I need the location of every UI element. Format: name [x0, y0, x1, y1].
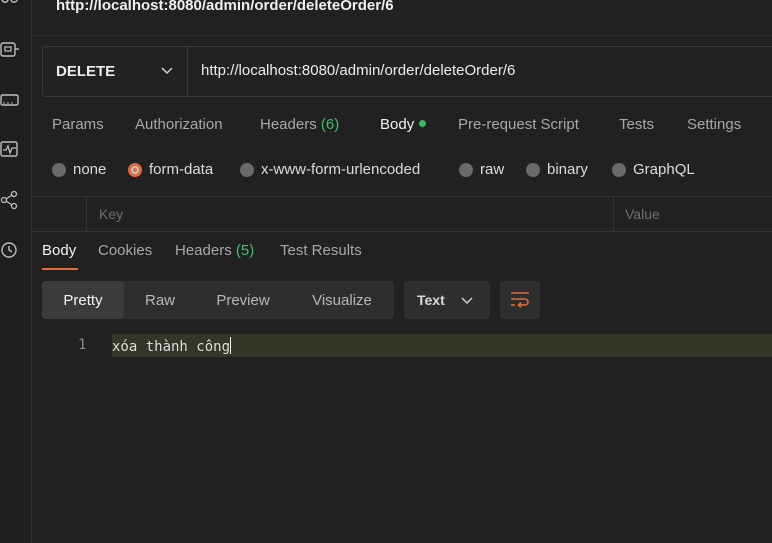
- visualize-button[interactable]: Visualize: [290, 281, 394, 319]
- url-bar: DELETE http://localhost:8080/admin/order…: [42, 46, 772, 97]
- flows-icon[interactable]: [0, 190, 20, 210]
- radio-circle-checked: [128, 162, 142, 177]
- wrap-lines-button[interactable]: [500, 281, 540, 319]
- radio-form-data[interactable]: form-data: [128, 161, 213, 178]
- preview-button[interactable]: Preview: [196, 281, 290, 319]
- response-tab-body[interactable]: Body: [42, 242, 76, 259]
- tab-authorization[interactable]: Authorization: [135, 116, 223, 133]
- tab-settings[interactable]: Settings: [687, 116, 741, 133]
- method-label: DELETE: [56, 63, 116, 80]
- modified-dot-icon: [419, 120, 427, 127]
- tab-headers[interactable]: Headers (6): [260, 116, 339, 133]
- response-headers-count: (5): [235, 242, 255, 259]
- response-tab-test-results[interactable]: Test Results: [280, 242, 362, 259]
- form-data-table: Key Value: [31, 196, 772, 232]
- response-text: xóa thành công: [112, 339, 231, 355]
- headers-count: (6): [320, 116, 340, 133]
- response-tab-headers-label: Headers: [175, 242, 232, 259]
- response-tab-headers[interactable]: Headers (5): [175, 242, 254, 259]
- radio-circle: [240, 162, 254, 177]
- key-column-header: Key: [99, 206, 124, 222]
- divider: [31, 35, 772, 36]
- radio-circle: [459, 162, 473, 177]
- tab-headers-label: Headers: [260, 116, 317, 133]
- method-select[interactable]: DELETE: [43, 47, 188, 96]
- divider: [86, 197, 87, 231]
- history-icon[interactable]: [0, 240, 20, 260]
- response-body-line: 1 xóa thành công: [42, 334, 772, 357]
- radio-label: raw: [480, 161, 505, 178]
- chevron-down-icon: [461, 297, 473, 305]
- radio-circle: [52, 162, 66, 177]
- apis-icon[interactable]: [0, 40, 20, 60]
- tab-body-label: Body: [380, 116, 415, 133]
- radio-label: none: [73, 161, 107, 178]
- radio-none[interactable]: none: [52, 161, 106, 178]
- radio-label: form-data: [149, 161, 214, 178]
- url-input[interactable]: http://localhost:8080/admin/order/delete…: [201, 62, 515, 79]
- radio-binary[interactable]: binary: [526, 161, 588, 178]
- radio-label: binary: [547, 161, 588, 178]
- sidebar: [0, 0, 32, 543]
- format-select[interactable]: Text: [404, 281, 490, 319]
- response-view-mode: Pretty Raw Preview Visualize: [42, 281, 394, 319]
- collections-icon[interactable]: [0, 0, 20, 14]
- radio-label: GraphQL: [633, 161, 695, 178]
- value-column-header: Value: [625, 206, 660, 222]
- tab-tests[interactable]: Tests: [619, 116, 654, 133]
- radio-circle: [612, 162, 626, 177]
- tab-body[interactable]: Body: [380, 116, 427, 133]
- pretty-button[interactable]: Pretty: [42, 281, 124, 319]
- radio-graphql[interactable]: GraphQL: [612, 161, 695, 178]
- tab-params[interactable]: Params: [52, 116, 104, 133]
- radio-label: x-www-form-urlencoded: [261, 161, 421, 178]
- wrap-lines-icon: [511, 292, 529, 309]
- line-number: 1: [78, 337, 87, 353]
- divider: [613, 197, 614, 231]
- response-body-text[interactable]: xóa thành công: [112, 337, 232, 355]
- radio-raw[interactable]: raw: [459, 161, 504, 178]
- response-tab-cookies[interactable]: Cookies: [98, 242, 152, 259]
- monitors-icon[interactable]: [0, 140, 20, 160]
- format-label: Text: [417, 292, 445, 308]
- tab-pre-request-script[interactable]: Pre-request Script: [458, 116, 579, 133]
- raw-button[interactable]: Raw: [124, 281, 196, 319]
- environments-icon[interactable]: [0, 90, 20, 110]
- chevron-down-icon: [161, 67, 173, 75]
- active-tab-underline: [42, 268, 78, 270]
- request-title: http://localhost:8080/admin/order/delete…: [56, 0, 394, 14]
- radio-circle: [526, 162, 540, 177]
- radio-urlencoded[interactable]: x-www-form-urlencoded: [240, 161, 420, 178]
- text-cursor: [230, 337, 232, 354]
